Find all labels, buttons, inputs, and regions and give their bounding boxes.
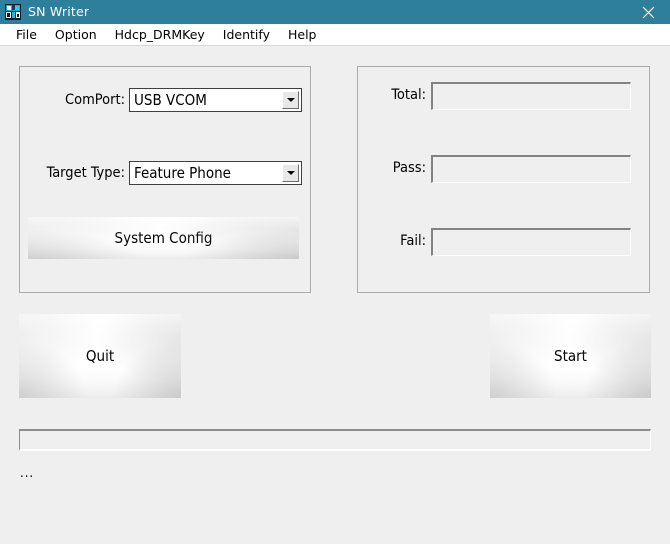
- total-label: Total:: [391, 87, 426, 103]
- title-bar: SN Writer: [0, 0, 670, 24]
- menu-item-file[interactable]: File: [8, 25, 45, 44]
- counters-panel: Total: Pass: Fail:: [357, 66, 650, 293]
- pass-row: Pass:: [368, 160, 426, 176]
- close-button[interactable]: [626, 0, 670, 24]
- target-type-value: Feature Phone: [134, 164, 231, 182]
- fail-field[interactable]: [431, 228, 631, 256]
- start-button-label: Start: [554, 347, 587, 365]
- progress-bar: [19, 429, 651, 451]
- menu-item-help[interactable]: Help: [280, 25, 325, 44]
- app-icon: [5, 4, 21, 20]
- pass-label: Pass:: [392, 160, 426, 176]
- comport-combobox[interactable]: USB VCOM: [129, 88, 302, 112]
- menu-item-option[interactable]: Option: [47, 25, 105, 44]
- total-field[interactable]: [431, 82, 631, 110]
- fail-label: Fail:: [400, 233, 426, 249]
- system-config-button-label: System Config: [114, 229, 213, 247]
- comport-row: ComPort: USB VCOM: [20, 88, 302, 112]
- client-area: ComPort: USB VCOM Target Type: Feature P…: [0, 47, 670, 544]
- target-type-label: Target Type:: [46, 165, 125, 181]
- menu-bar: File Option Hdcp_DRMKey Identify Help: [0, 24, 670, 46]
- pass-field[interactable]: [431, 155, 631, 183]
- status-text: ...: [20, 466, 35, 481]
- fail-row: Fail:: [368, 233, 426, 249]
- chevron-down-icon[interactable]: [282, 91, 299, 109]
- close-icon: [642, 6, 654, 18]
- chevron-down-icon[interactable]: [282, 164, 299, 182]
- menu-item-hdcp-drmkey[interactable]: Hdcp_DRMKey: [107, 25, 213, 44]
- target-type-row: Target Type: Feature Phone: [20, 161, 302, 185]
- quit-button-label: Quit: [85, 347, 115, 365]
- config-panel: ComPort: USB VCOM Target Type: Feature P…: [19, 66, 311, 293]
- menu-item-identify[interactable]: Identify: [215, 25, 278, 44]
- application-window: SN Writer File Option Hdcp_DRMKey Identi…: [0, 0, 670, 544]
- target-type-combobox[interactable]: Feature Phone: [129, 161, 302, 185]
- quit-button[interactable]: Quit: [19, 314, 181, 398]
- total-row: Total:: [368, 87, 426, 103]
- comport-value: USB VCOM: [134, 91, 207, 109]
- comport-label: ComPort:: [65, 92, 125, 108]
- system-config-button[interactable]: System Config: [28, 217, 299, 259]
- start-button[interactable]: Start: [490, 314, 651, 398]
- window-title: SN Writer: [28, 4, 90, 19]
